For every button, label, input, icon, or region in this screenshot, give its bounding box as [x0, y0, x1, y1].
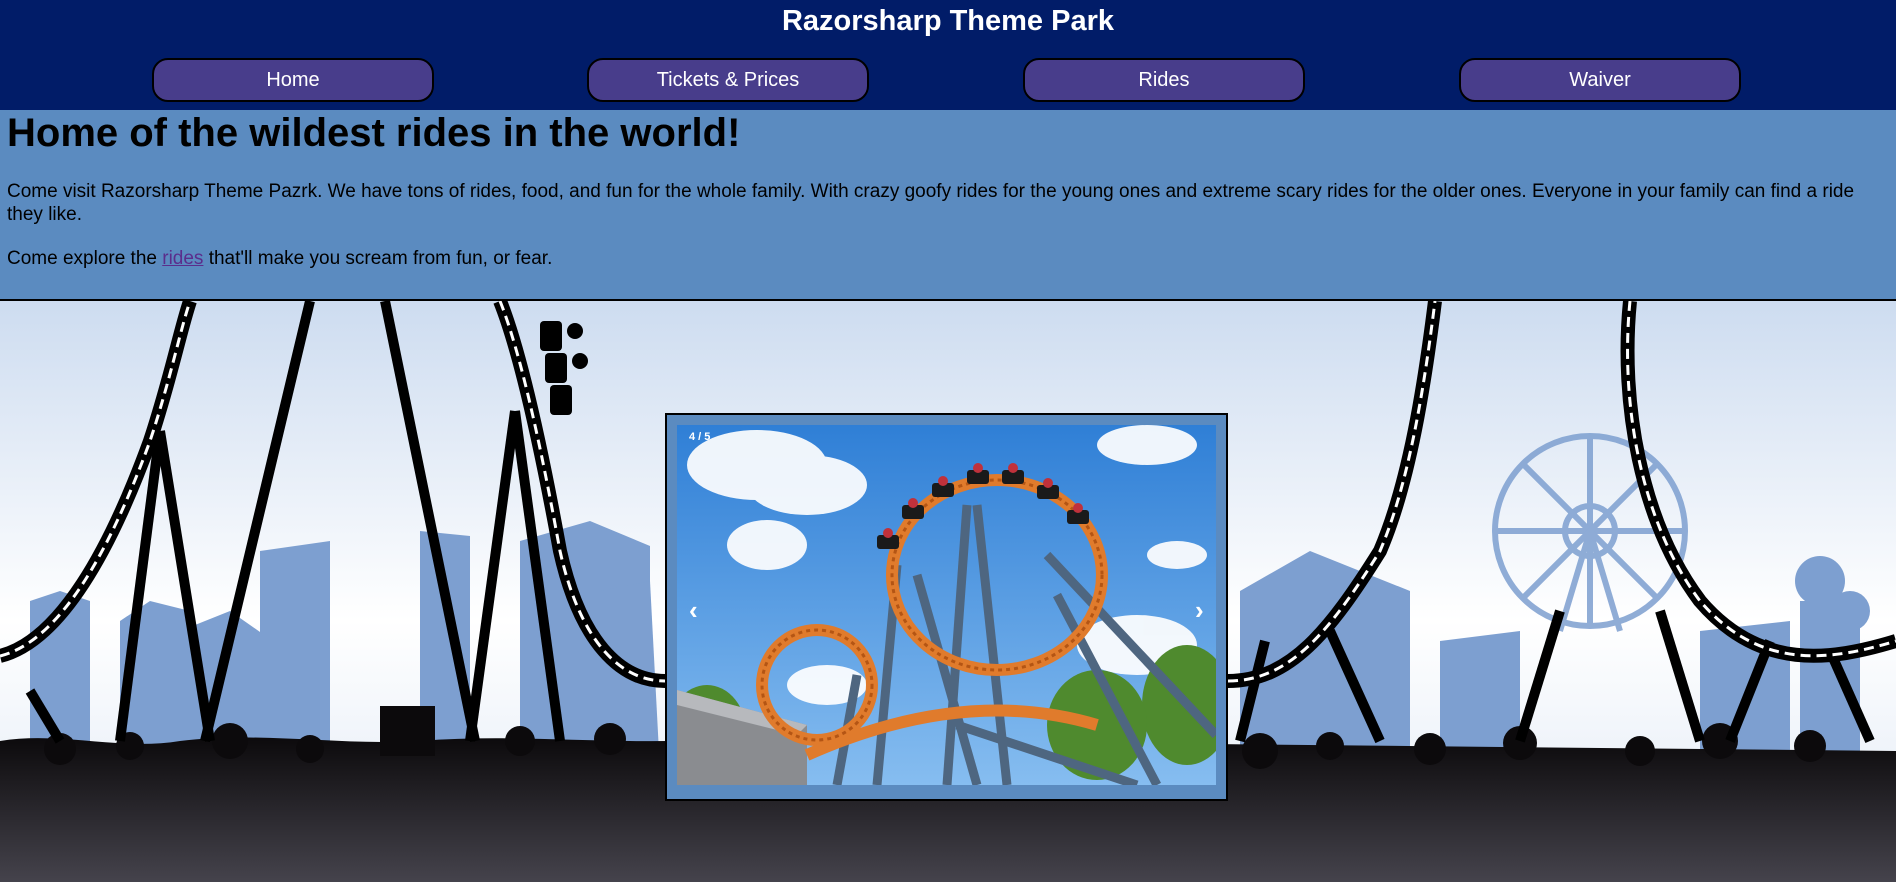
nav-waiver-button[interactable]: Waiver [1459, 58, 1741, 102]
nav-rides-button[interactable]: Rides [1023, 58, 1305, 102]
slideshow: 4 / 5 ‹ › [665, 413, 1228, 801]
roller-coaster-photo [677, 425, 1216, 785]
intro-section: Home of the wildest rides in the world! … [0, 110, 1896, 301]
slide-counter: 4 / 5 [689, 431, 711, 443]
explore-text-after: that'll make you scream from fun, or fea… [203, 248, 553, 269]
site-header: Razorsharp Theme Park Home Tickets & Pri… [0, 0, 1896, 110]
nav-home-button[interactable]: Home [152, 58, 434, 102]
nav-tickets-button[interactable]: Tickets & Prices [587, 58, 869, 102]
rides-link[interactable]: rides [162, 248, 203, 269]
explore-paragraph: Come explore the rides that'll make you … [7, 247, 552, 270]
site-title: Razorsharp Theme Park [781, 5, 1114, 37]
page-heading: Home of the wildest rides in the world! [7, 111, 741, 155]
explore-text-before: Come explore the [7, 248, 163, 269]
intro-paragraph: Come visit Razorsharp Theme Pazrk. We ha… [7, 181, 1855, 225]
next-slide-icon[interactable]: › [1195, 597, 1204, 623]
prev-slide-icon[interactable]: ‹ [689, 597, 698, 623]
slide-image-roller-coaster: 4 / 5 ‹ › [677, 425, 1216, 785]
